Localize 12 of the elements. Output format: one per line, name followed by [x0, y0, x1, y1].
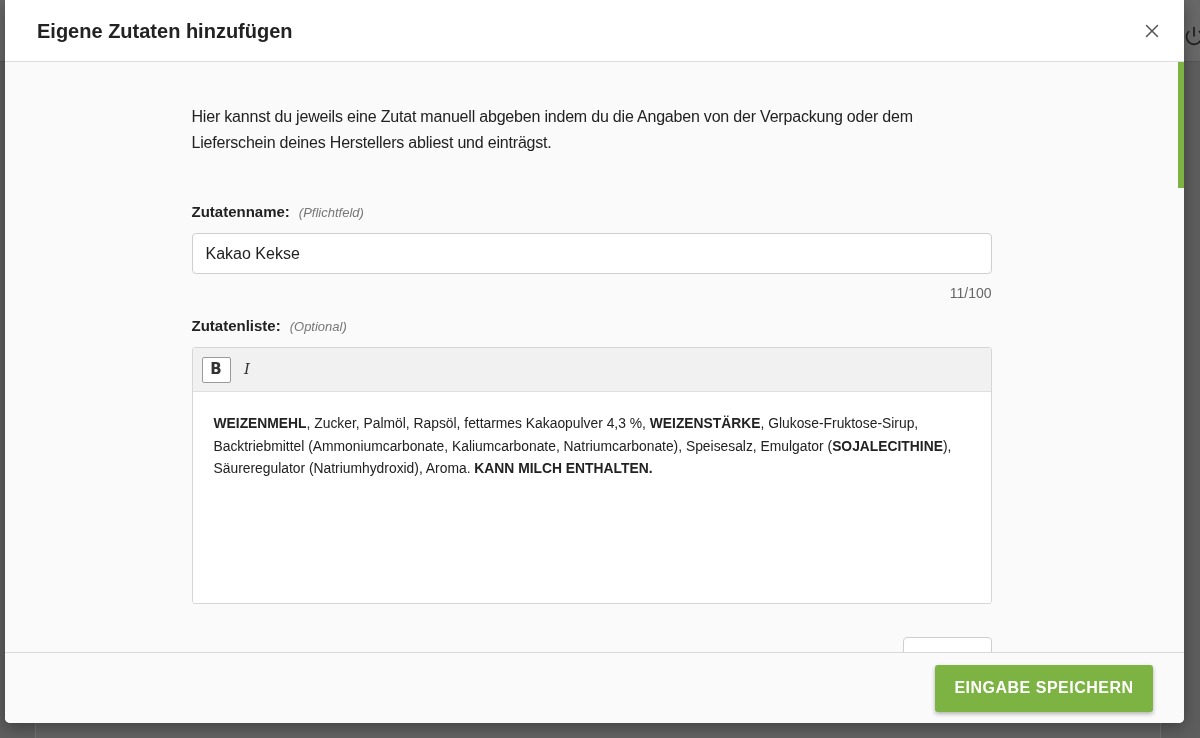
italic-button[interactable]: I: [232, 356, 262, 383]
field-hint: (Optional): [289, 318, 347, 336]
bold-button[interactable]: B: [201, 356, 231, 383]
field-label: Zutatenname:: [191, 202, 290, 222]
name-input[interactable]: Kakao Kekse: [191, 233, 992, 274]
dialog-title: Eigene Zutaten hinzufügen: [37, 18, 293, 44]
field-hint: (Pflichtfeld): [298, 204, 364, 222]
scrollbar-thumb[interactable]: [1178, 62, 1184, 188]
field-label: Zutatenliste:: [191, 316, 281, 336]
character-counter: 11/100: [949, 284, 992, 302]
intro-text: Hier kannst du jeweils eine Zutat manuell abgeben indem du die Angaben von der Verpackung oder dem Lieferschein deines Herstellers abliest und einträgst.: [191, 107, 914, 153]
power-icon[interactable]: [1184, 26, 1200, 46]
